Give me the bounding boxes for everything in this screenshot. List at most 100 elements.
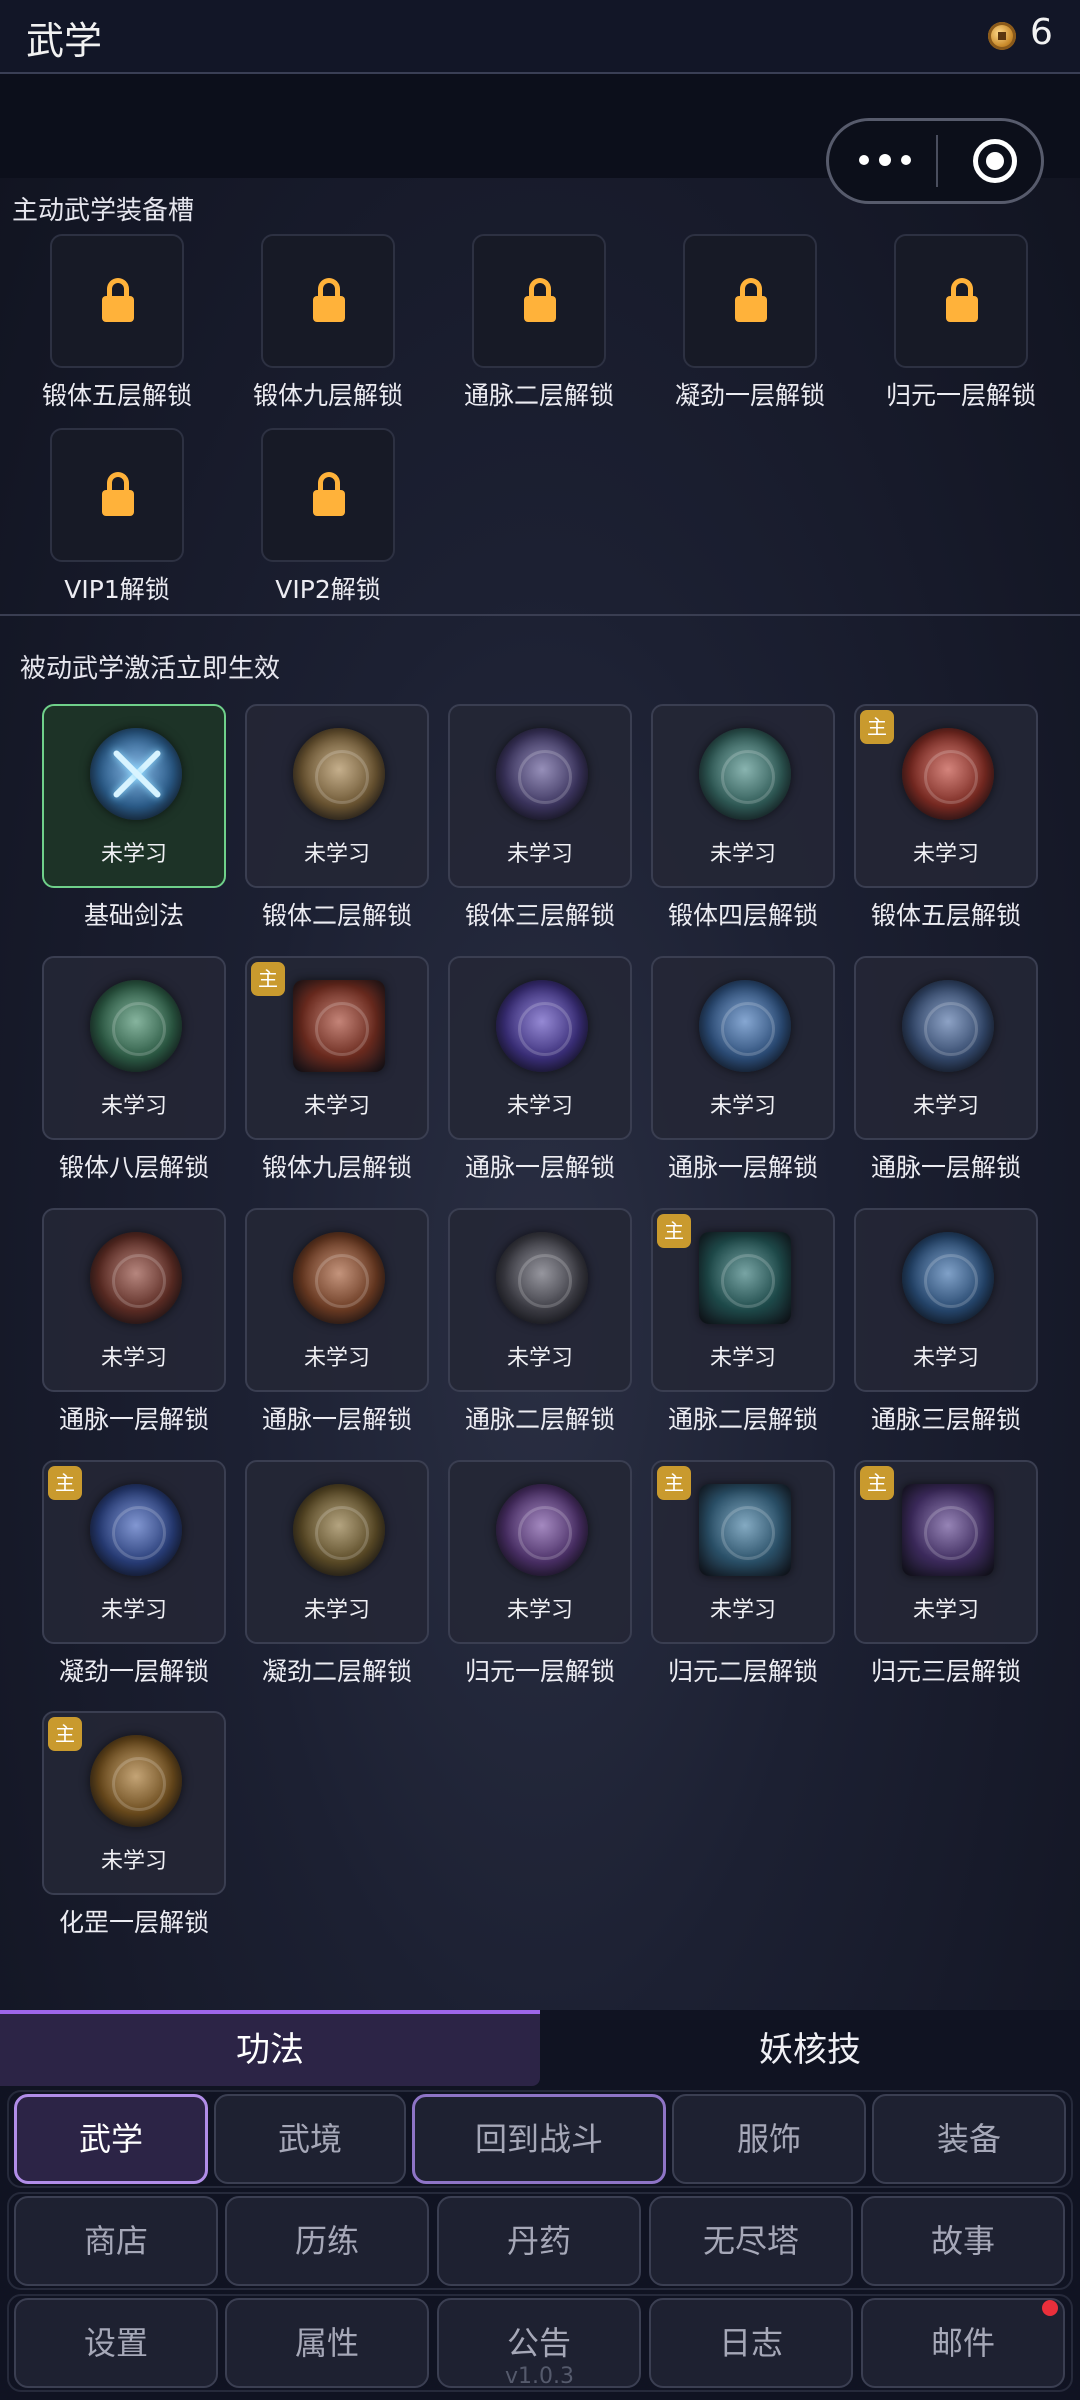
nav-shop-button[interactable]: 商店 [14,2196,218,2286]
active-slot[interactable] [50,428,184,562]
passive-skill-card[interactable]: 未学习 [245,704,429,888]
passive-skill-card[interactable]: 未学习 主 [42,1460,226,1644]
skill-status: 未学习 [709,1598,776,1623]
target-circle-icon[interactable] [973,139,1017,183]
skill-status: 未学习 [506,1094,573,1119]
slot-label: VIP2解锁 [275,575,381,604]
passive-skill-card[interactable]: 未学习 [854,956,1038,1140]
skill-label: 通脉一层解锁 [261,1405,412,1434]
nav-mail-button[interactable]: 邮件 [861,2298,1065,2388]
passive-skill-card[interactable]: 未学习 [854,1208,1038,1392]
active-slot[interactable] [261,234,395,368]
active-slot[interactable] [261,428,395,562]
main-badge: 主 [657,1466,691,1500]
nav-wujinta-button[interactable]: 无尽塔 [649,2196,853,2286]
passive-skill-card[interactable]: 未学习 [42,1208,226,1392]
green-swirl-icon [90,980,182,1072]
skill-status: 未学习 [506,1346,573,1371]
nav-attributes-button[interactable]: 属性 [225,2298,429,2388]
skill-label: 锻体四层解锁 [667,901,818,930]
passive-skill-card[interactable]: 未学习 [448,956,632,1140]
skill-status: 未学习 [506,1598,573,1623]
skill-label: 通脉二层解锁 [464,1405,615,1434]
capsule-divider [936,135,938,187]
active-slot[interactable] [894,234,1028,368]
passive-skill-card[interactable]: 未学习 [42,956,226,1140]
nav-log-button[interactable]: 日志 [649,2298,853,2388]
tab-gongfa[interactable]: 功法 [0,2014,540,2086]
passive-skill-card[interactable]: 未学习 主 [42,1711,226,1895]
skill-label: 归元二层解锁 [667,1657,818,1686]
skill-status: 未学习 [709,842,776,867]
passive-skill-card[interactable]: 未学习 [448,1208,632,1392]
skill-status: 未学习 [912,1094,979,1119]
nav-zhuangbei-button[interactable]: 装备 [872,2094,1066,2184]
golden-monk-icon [90,1735,182,1827]
nav-danyao-button[interactable]: 丹药 [437,2196,641,2286]
skill-label: 归元一层解锁 [464,1657,615,1686]
passive-skill-card[interactable]: 未学习 [651,704,835,888]
passive-skill-card[interactable]: 未学习 [245,1460,429,1644]
nav-settings-button[interactable]: 设置 [14,2298,218,2388]
passive-skill-card[interactable]: 未学习 主 [854,1460,1038,1644]
slot-label: 锻体九层解锁 [252,381,403,410]
slot-label: 归元一层解锁 [885,381,1036,410]
red-warrior-icon [90,1232,182,1324]
blue-serpent-icon [902,1232,994,1324]
coin-count: 6 [1030,12,1053,53]
skill-status: 未学习 [100,842,167,867]
skill-status: 未学习 [912,842,979,867]
more-dots-icon[interactable] [859,141,919,181]
lightning-rune-icon [90,1484,182,1576]
skill-label: 化罡一层解锁 [58,1908,209,1937]
lock-icon [946,278,978,324]
skill-status: 未学习 [100,1094,167,1119]
passive-skill-card[interactable]: 未学习 [448,704,632,888]
passive-skill-card[interactable]: 未学习 主 [651,1208,835,1392]
skill-label: 锻体三层解锁 [464,901,615,930]
skill-status: 未学习 [303,1094,370,1119]
version-label: v1.0.3 [505,2364,574,2389]
skill-label: 通脉一层解锁 [464,1153,615,1182]
blue-dragon-icon [699,980,791,1072]
skill-label: 凝劲二层解锁 [261,1657,412,1686]
passive-skill-card[interactable]: 未学习 [245,1208,429,1392]
lock-icon [524,278,556,324]
miniprogram-capsule [826,118,1044,204]
nav-fushi-button[interactable]: 服饰 [672,2094,866,2184]
skill-status: 未学习 [506,842,573,867]
passive-skill-card[interactable]: 未学习 主 [651,1460,835,1644]
active-slot[interactable] [683,234,817,368]
lock-icon [102,278,134,324]
slot-label: 锻体五层解锁 [41,381,192,410]
passive-skill-card[interactable]: 未学习 [42,704,226,888]
skeleton-icon [496,1232,588,1324]
nav-lilian-button[interactable]: 历练 [225,2196,429,2286]
golden-sigil-icon [293,728,385,820]
skill-status: 未学习 [709,1346,776,1371]
skill-status: 未学习 [100,1849,167,1874]
notification-dot [1042,2300,1058,2316]
nav-wujing-button[interactable]: 武境 [214,2094,406,2184]
skill-label: 通脉一层解锁 [667,1153,818,1182]
nav-wuxue-button[interactable]: 武学 [14,2094,208,2184]
active-slot[interactable] [50,234,184,368]
skill-label: 锻体二层解锁 [261,901,412,930]
active-section-title: 主动武学装备槽 [12,196,195,226]
passive-skill-card[interactable]: 未学习 主 [854,704,1038,888]
teal-swirl-icon [699,728,791,820]
tab-yaohe[interactable]: 妖核技 [540,2014,1080,2086]
passive-skill-card[interactable]: 未学习 [448,1460,632,1644]
passive-skill-card[interactable]: 未学习 主 [245,956,429,1140]
back-to-battle-button[interactable]: 回到战斗 [412,2094,666,2184]
passive-skill-card[interactable]: 未学习 [651,956,835,1140]
active-slot[interactable] [472,234,606,368]
teal-mandala-icon [699,1232,791,1324]
flame-blades-icon [293,980,385,1072]
main-badge: 主 [251,962,285,996]
violet-vortex-icon [496,728,588,820]
skill-status: 未学习 [912,1598,979,1623]
crossed-swords-icon [90,728,182,820]
nav-story-button[interactable]: 故事 [861,2196,1065,2286]
skill-status: 未学习 [303,1346,370,1371]
